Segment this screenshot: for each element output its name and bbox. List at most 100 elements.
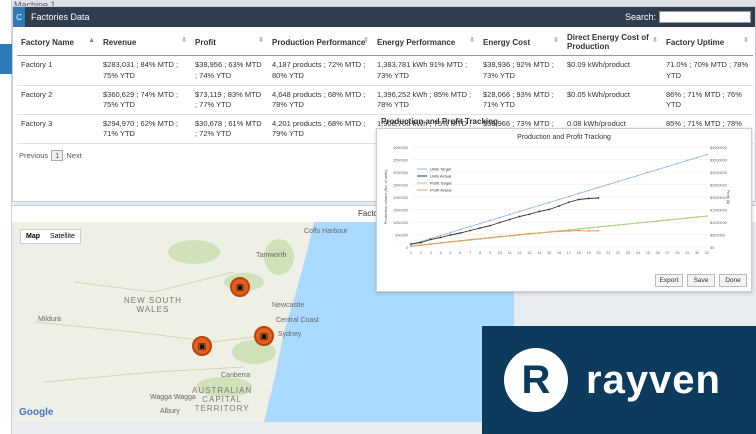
y-tick-label: 500000: [395, 234, 408, 238]
x-tick-label: 23: [626, 251, 630, 255]
sort-asc-icon: ▲: [88, 37, 95, 45]
x-tick-label: 12: [517, 251, 521, 255]
sort-icon: ⬍: [553, 37, 559, 45]
factory-marker[interactable]: ▣: [192, 336, 212, 356]
x-tick-label: 7: [469, 251, 471, 255]
series-point: [656, 220, 659, 222]
table-cell: $0.05 kWh/product: [563, 85, 662, 115]
series-point: [518, 233, 521, 236]
series-point: [449, 234, 452, 236]
table-cell: $28,066 ; 93% MTD ; 71% YTD: [479, 85, 563, 115]
series-point: [508, 213, 511, 216]
x-tick-label: 13: [527, 251, 531, 255]
table-cell: 4,648 products ; 68% MTD ; 78% YTD: [268, 85, 373, 115]
table-header-row: Factory Name ▲ Revenue ⬍ Profit ⬍ Productio…: [17, 27, 753, 57]
table-cell: 86% ; 71% MTD ; 76% YTD: [662, 85, 753, 115]
background-sidebar: [0, 0, 12, 434]
series-point: [459, 232, 462, 234]
previous-page-link[interactable]: Previous: [19, 151, 48, 160]
series-point: [439, 236, 442, 239]
table-row[interactable]: Factory 1 $283,031 ; 84% MTD ; 75% YTD $…: [17, 55, 753, 86]
factory-marker[interactable]: ▣: [230, 277, 250, 297]
map-label-wagga: Wagga Wagga: [150, 394, 196, 401]
map-label-newcastle: Newcastle: [272, 302, 305, 309]
table-cell: 71.0% ; 70% MTD ; 78% YTD: [662, 55, 753, 86]
table-cell: $294,970 ; 62% MTD ; 71% YTD: [99, 114, 191, 145]
chart-card: Production and Profit Tracking 0 $0 500000…: [376, 128, 752, 292]
col-energy-performance[interactable]: Energy Performance ⬍: [373, 27, 479, 57]
table-cell: $360,629 ; 74% MTD ; 75% YTD: [99, 85, 191, 115]
series-point: [489, 219, 491, 222]
y2-tick-label: $4000000: [710, 146, 727, 150]
table-cell: $73,119 ; 83% MTD ; 77% YTD: [191, 85, 268, 115]
series-point: [666, 165, 669, 168]
series-point: [597, 229, 600, 232]
factory-icon: ▣: [197, 340, 207, 351]
x-tick-label: 4: [440, 251, 442, 255]
series-point: [479, 237, 481, 240]
series-point: [706, 153, 708, 156]
series-point: [646, 221, 649, 223]
col-factory-uptime[interactable]: Factory Uptime ⬍: [662, 27, 753, 57]
series-point: [706, 215, 708, 217]
x-tick-label: 31: [705, 251, 709, 255]
series-point: [419, 241, 422, 244]
series-point: [558, 205, 560, 207]
x-tick-label: 17: [567, 251, 571, 255]
done-button[interactable]: Done: [719, 274, 747, 287]
table-cell: $283,031 ; 84% MTD ; 75% YTD: [99, 55, 191, 86]
map-label-central-coast: Central Coast: [276, 317, 319, 324]
series-point: [449, 231, 452, 234]
y-tick-label: 2500000: [393, 184, 408, 188]
map-label-albury: Albury: [160, 408, 180, 415]
series-point: [597, 186, 600, 189]
sort-icon: ⬍: [469, 37, 475, 45]
col-factory-name[interactable]: Factory Name ▲: [17, 27, 99, 57]
save-button[interactable]: Save: [687, 274, 715, 287]
y2-tick-label: $1000000: [710, 221, 727, 225]
legend-label: Profit Actual: [430, 188, 451, 193]
col-revenue[interactable]: Revenue ⬍: [99, 27, 191, 57]
series-point: [459, 228, 462, 231]
export-button[interactable]: Export: [655, 274, 683, 287]
series-point: [479, 227, 481, 229]
production-profit-chart: 0 $0 500000 $500000 1000000 $1000000 1500000 $1…: [384, 146, 730, 255]
series-point: [666, 219, 669, 221]
series-point: [538, 232, 541, 234]
y-axis-label: Production volume (No. of units): [384, 169, 388, 224]
col-profit[interactable]: Profit ⬍: [191, 27, 268, 57]
table-cell: 1,396,252 kWh ; 85% MTD ; 78% YTD: [373, 85, 479, 115]
sort-icon: ⬍: [363, 37, 369, 45]
map-label-nsw: NEW SOUTH WALES: [124, 296, 182, 315]
series-point: [498, 216, 501, 219]
page-1-button[interactable]: 1: [51, 150, 64, 162]
series-point: [508, 234, 511, 237]
series-point: [567, 230, 570, 232]
table-cell: Factory 1: [17, 55, 99, 86]
series-point: [518, 210, 521, 213]
y-tick-label: 4000000: [393, 146, 408, 150]
col-production-performance[interactable]: Production Performance ⬍: [268, 27, 373, 57]
y2-tick-label: $3500000: [710, 159, 727, 163]
map-tab-satellite[interactable]: Satellite: [45, 230, 80, 243]
search-input[interactable]: [659, 11, 751, 23]
table-cell: 4,187 products ; 72% MTD ; 80% YTD: [268, 55, 373, 86]
series-point: [410, 243, 412, 245]
next-page-link[interactable]: Next: [66, 151, 81, 160]
map-label-tamworth: Tamworth: [256, 252, 287, 259]
col-direct-energy-cost[interactable]: Direct Energy Cost of Production ⬍: [563, 27, 662, 57]
x-tick-label: 29: [685, 251, 689, 255]
x-tick-label: 20: [596, 251, 600, 255]
series-point: [577, 229, 580, 232]
series-point: [498, 221, 501, 224]
factory-marker[interactable]: ▣: [254, 326, 274, 346]
map-tab-map[interactable]: Map: [21, 230, 45, 243]
table-row[interactable]: Factory 2 $360,629 ; 74% MTD ; 75% YTD $…: [17, 85, 753, 115]
series-point: [637, 174, 639, 177]
legend-label: Units Target: [430, 167, 452, 172]
y-tick-label: 3000000: [393, 171, 408, 175]
x-tick-label: 28: [675, 251, 679, 255]
y2-tick-label: $3000000: [710, 171, 727, 175]
col-energy-cost[interactable]: Energy Cost ⬍: [479, 27, 563, 57]
series-point: [548, 208, 551, 211]
